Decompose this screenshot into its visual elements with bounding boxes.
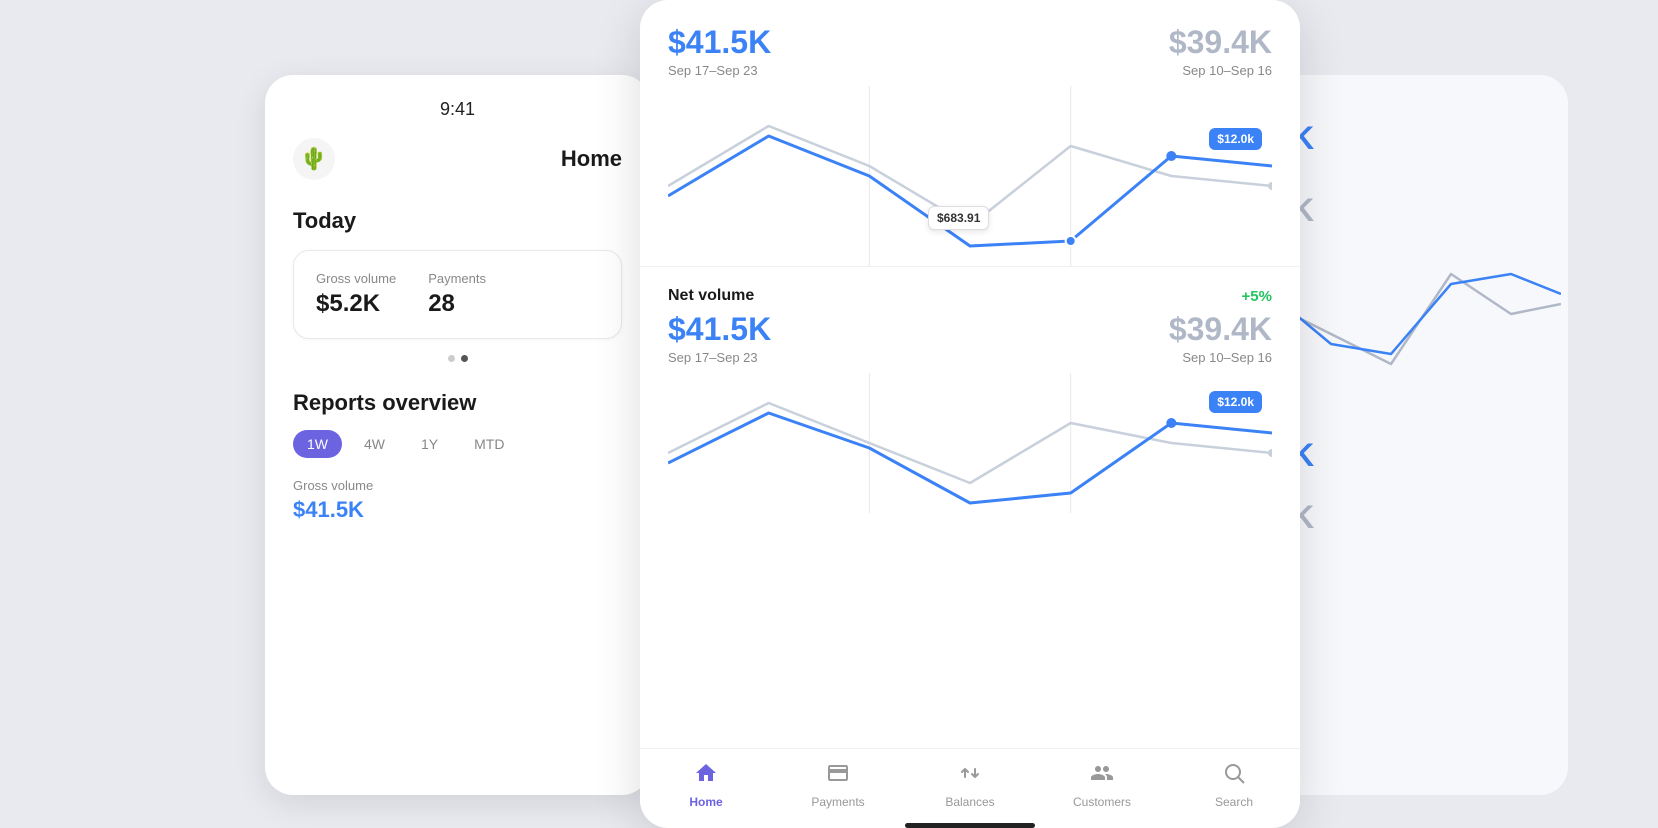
dot-2 <box>461 355 468 362</box>
net-vol-label: Net volume <box>668 287 754 305</box>
chart-secondary-date: Sep 10–Sep 16 <box>1169 63 1272 78</box>
payments-value: 28 <box>428 290 486 318</box>
nav-item-customers[interactable]: Customers <box>1072 761 1132 809</box>
gross-volume-value: $5.2K <box>316 290 396 318</box>
nav-label-payments: Payments <box>811 795 864 809</box>
tab-4w[interactable]: 4W <box>350 430 399 458</box>
net-main-value: $41.5K <box>668 311 771 348</box>
left-background-card: 9:41 🌵 Home Today Gross volume $5.2K Pay… <box>265 75 650 795</box>
net-volume-section: Net volume +5% $41.5K Sep 17–Sep 23 $39.… <box>640 267 1300 513</box>
bottom-nav: Home Payments Balances Customers Search <box>640 748 1300 817</box>
tooltip-blue-net: $12.0k <box>1209 391 1262 413</box>
reports-section-title: Reports overview <box>293 390 622 416</box>
cactus-icon: 🌵 <box>300 146 327 172</box>
dot-1 <box>448 355 455 362</box>
tab-1y[interactable]: 1Y <box>407 430 452 458</box>
top-chart-section: $41.5K Sep 17–Sep 23 $39.4K Sep 10–Sep 1… <box>640 0 1300 266</box>
chart-main-date: Sep 17–Sep 23 <box>668 63 771 78</box>
status-time: 9:41 <box>293 99 622 120</box>
chart-main-value: $41.5K <box>668 24 771 61</box>
home-indicator-bar <box>905 823 1035 828</box>
gross-vol-label: Gross volume <box>293 478 622 493</box>
stats-card: Gross volume $5.2K Payments 28 <box>293 250 622 339</box>
chart-right-col: $39.4K Sep 10–Sep 16 <box>1169 24 1272 78</box>
payments-label: Payments <box>428 271 486 286</box>
brand-title: Home <box>561 146 622 172</box>
tooltip-blue-top: $12.0k <box>1209 128 1262 150</box>
brand-logo: 🌵 <box>293 138 335 180</box>
top-chart-svg <box>668 86 1272 266</box>
brand-row: 🌵 Home <box>293 138 622 180</box>
nav-item-home[interactable]: Home <box>676 761 736 809</box>
nav-label-customers: Customers <box>1073 795 1131 809</box>
home-icon <box>694 761 718 791</box>
pagination-dots <box>293 355 622 362</box>
tab-1w[interactable]: 1W <box>293 430 342 458</box>
main-card: $41.5K Sep 17–Sep 23 $39.4K Sep 10–Sep 1… <box>640 0 1300 828</box>
gross-volume-stat: Gross volume $5.2K <box>316 271 396 318</box>
chart-left-col: $41.5K Sep 17–Sep 23 <box>668 24 771 78</box>
net-secondary-date: Sep 10–Sep 16 <box>1169 350 1272 365</box>
chart-secondary-value: $39.4K <box>1169 24 1272 61</box>
balances-icon <box>958 761 982 791</box>
gross-vol-value: $41.5K <box>293 497 622 523</box>
net-chart-area: $12.0k <box>668 373 1272 513</box>
nav-item-search[interactable]: Search <box>1204 761 1264 809</box>
chart-header: $41.5K Sep 17–Sep 23 $39.4K Sep 10–Sep 1… <box>668 24 1272 78</box>
net-secondary-value: $39.4K <box>1169 311 1272 348</box>
gross-volume-label: Gross volume <box>316 271 396 286</box>
net-chart-svg <box>668 373 1272 513</box>
nav-label-balances: Balances <box>945 795 994 809</box>
nav-label-home: Home <box>689 795 722 809</box>
net-vol-pct: +5% <box>1242 288 1272 305</box>
nav-label-search: Search <box>1215 795 1253 809</box>
today-section-title: Today <box>293 208 622 234</box>
period-tabs: 1W 4W 1Y MTD <box>293 430 622 458</box>
net-right-col: $39.4K Sep 10–Sep 16 <box>1169 311 1272 365</box>
payments-icon <box>826 761 850 791</box>
nav-item-payments[interactable]: Payments <box>808 761 868 809</box>
tooltip-gray-top: $683.91 <box>928 206 989 230</box>
net-left-col: $41.5K Sep 17–Sep 23 <box>668 311 771 365</box>
nav-item-balances[interactable]: Balances <box>940 761 1000 809</box>
net-vol-header: Net volume +5% <box>668 287 1272 305</box>
customers-icon <box>1090 761 1114 791</box>
net-main-date: Sep 17–Sep 23 <box>668 350 771 365</box>
top-chart-area: $12.0k $683.91 <box>668 86 1272 266</box>
search-icon <box>1222 761 1246 791</box>
tab-mtd[interactable]: MTD <box>460 430 518 458</box>
payments-stat: Payments 28 <box>428 271 486 318</box>
net-chart-header: $41.5K Sep 17–Sep 23 $39.4K Sep 10–Sep 1… <box>668 311 1272 365</box>
